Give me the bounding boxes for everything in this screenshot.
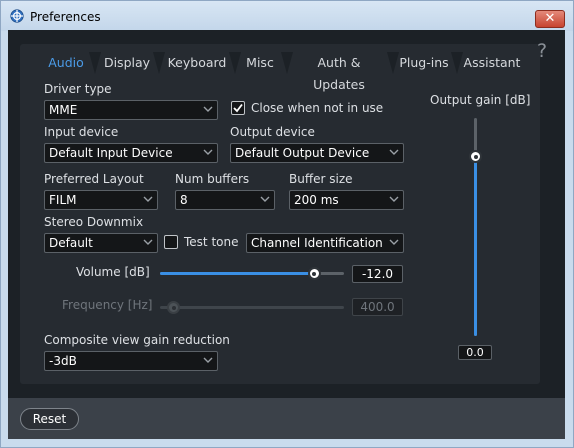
chevron-down-icon: [203, 147, 213, 157]
preferred-layout-value: FILM: [49, 193, 77, 207]
preferred-layout-label: Preferred Layout: [44, 172, 144, 186]
num-buffers-dropdown[interactable]: 8: [175, 190, 275, 210]
footer-bar: [8, 398, 565, 439]
buffer-size-dropdown[interactable]: 200 ms: [289, 190, 404, 210]
stereo-downmix-label: Stereo Downmix: [44, 215, 144, 229]
driver-type-label: Driver type: [44, 82, 112, 96]
output-device-label: Output device: [230, 125, 315, 139]
tab-audio[interactable]: Audio: [40, 52, 92, 74]
composite-gain-reduction-dropdown[interactable]: -3dB: [44, 351, 218, 371]
output-gain-slider-fill: [474, 157, 477, 336]
frequency-value-field[interactable]: 400.0: [352, 298, 403, 316]
chevron-down-icon: [143, 237, 153, 247]
tab-auth-updates[interactable]: Auth & Updates: [292, 52, 386, 92]
input-device-value: Default Input Device: [49, 146, 173, 160]
window-title: Preferences: [30, 10, 101, 24]
frequency-label: Frequency [Hz]: [62, 298, 153, 312]
buffer-size-value: 200 ms: [294, 193, 339, 207]
output-device-dropdown[interactable]: Default Output Device: [230, 143, 404, 163]
num-buffers-value: 8: [180, 193, 188, 207]
buffer-size-label: Buffer size: [289, 172, 353, 186]
chevron-down-icon: [389, 194, 399, 204]
chevron-down-icon: [389, 147, 399, 157]
composite-gain-reduction-label: Composite view gain reduction: [44, 333, 230, 347]
tab-plug-ins[interactable]: Plug-ins: [397, 52, 451, 74]
test-tone-checkbox[interactable]: [164, 235, 178, 249]
checkmark-icon: [233, 103, 243, 113]
tab-assistant[interactable]: Assistant: [462, 52, 522, 74]
app-logo-icon: [10, 9, 24, 23]
chevron-down-icon: [389, 237, 399, 247]
input-device-dropdown[interactable]: Default Input Device: [44, 143, 218, 163]
test-tone-signal-dropdown[interactable]: Channel Identification: [246, 233, 404, 253]
driver-type-value: MME: [49, 103, 78, 117]
output-device-value: Default Output Device: [235, 146, 370, 160]
chevron-down-icon: [203, 104, 213, 114]
close-when-not-in-use-checkbox[interactable]: [231, 101, 245, 115]
input-device-label: Input device: [44, 125, 119, 139]
num-buffers-label: Num buffers: [175, 172, 250, 186]
title-bar[interactable]: Preferences ✕: [1, 1, 573, 31]
frequency-slider-track[interactable]: [160, 306, 344, 309]
volume-value-field[interactable]: -12.0: [352, 265, 403, 283]
tab-misc[interactable]: Misc: [240, 52, 280, 74]
stereo-downmix-value: Default: [49, 236, 93, 250]
frequency-slider-thumb[interactable]: [167, 301, 180, 314]
composite-gain-reduction-value: -3dB: [49, 354, 77, 368]
volume-slider-fill: [160, 272, 315, 275]
chevron-down-icon: [203, 355, 213, 365]
output-gain-value-field[interactable]: 0.0: [458, 345, 492, 360]
preferred-layout-dropdown[interactable]: FILM: [44, 190, 158, 210]
tab-display[interactable]: Display: [99, 52, 155, 74]
tab-keyboard[interactable]: Keyboard: [164, 52, 230, 74]
volume-slider-thumb[interactable]: [307, 267, 321, 280]
stereo-downmix-dropdown[interactable]: Default: [44, 233, 158, 253]
close-when-not-in-use-label: Close when not in use: [251, 101, 384, 115]
help-icon[interactable]: ?: [537, 40, 547, 62]
test-tone-label: Test tone: [184, 235, 239, 249]
output-gain-label: Output gain [dB]: [430, 93, 531, 107]
chevron-down-icon: [143, 194, 153, 204]
volume-label: Volume [dB]: [76, 265, 150, 279]
chevron-down-icon: [260, 194, 270, 204]
reset-button[interactable]: Reset: [20, 408, 79, 430]
close-button[interactable]: ✕: [535, 10, 565, 28]
driver-type-dropdown[interactable]: MME: [44, 100, 218, 120]
test-tone-signal-value: Channel Identification: [251, 236, 383, 250]
close-icon: ✕: [544, 11, 556, 26]
